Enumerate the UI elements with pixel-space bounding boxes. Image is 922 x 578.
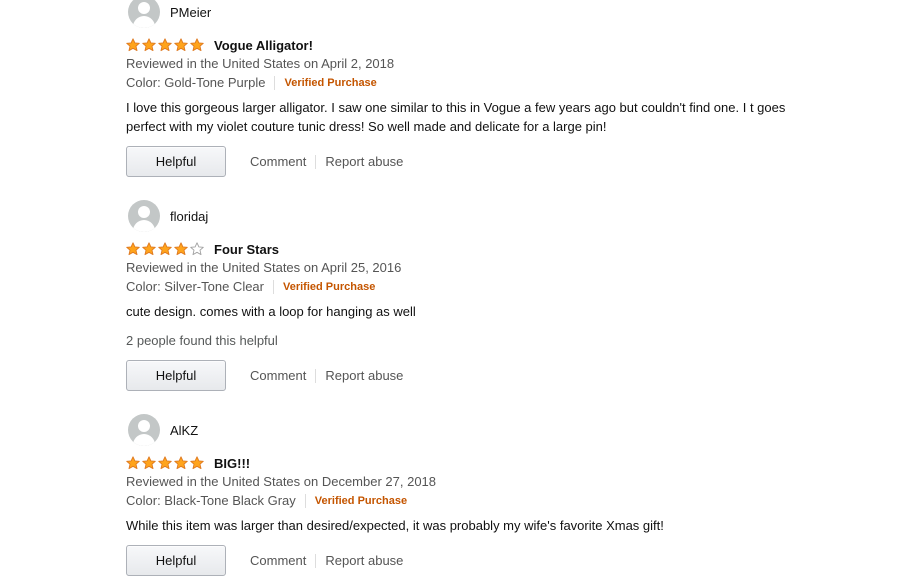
- helpful-button[interactable]: Helpful: [126, 146, 226, 177]
- review-title[interactable]: Four Stars: [214, 242, 279, 257]
- star-filled-icon: [174, 38, 188, 52]
- star-rating[interactable]: [126, 456, 204, 470]
- helpful-count: 2 people found this helpful: [126, 333, 278, 348]
- review-text: cute design. comes with a loop for hangi…: [126, 304, 416, 319]
- star-filled-icon: [142, 242, 156, 256]
- star-filled-icon: [158, 38, 172, 52]
- divider: [273, 279, 274, 294]
- review-text: I love this gorgeous larger alligator. I…: [126, 100, 786, 134]
- product-variant[interactable]: Color: Gold-Tone Purple: [126, 75, 265, 90]
- report-abuse-link[interactable]: Report abuse: [325, 368, 403, 383]
- star-filled-icon: [126, 456, 140, 470]
- star-empty-icon: [190, 242, 204, 256]
- review-date: Reviewed in the United States on April 2…: [126, 56, 395, 71]
- reviewer-name: AlKZ: [170, 422, 199, 438]
- review-title[interactable]: BIG!!!: [214, 456, 250, 471]
- helpful-button[interactable]: Helpful: [126, 360, 226, 391]
- helpful-button[interactable]: Helpful: [126, 545, 226, 576]
- divider: [315, 553, 317, 568]
- star-filled-icon: [190, 456, 204, 470]
- avatar: [128, 200, 160, 232]
- divider: [304, 493, 306, 508]
- star-filled-icon: [126, 242, 140, 256]
- star-filled-icon: [190, 38, 204, 52]
- product-variant[interactable]: Color: Black-Tone Black Gray: [126, 493, 296, 508]
- comment-link[interactable]: Comment: [250, 553, 306, 568]
- star-filled-icon: [158, 456, 172, 470]
- comment-link[interactable]: Comment: [250, 154, 306, 169]
- star-filled-icon: [126, 38, 140, 52]
- review-date: Reviewed in the United States on Decembe…: [126, 474, 437, 489]
- star-filled-icon: [158, 242, 172, 256]
- divider: [274, 75, 276, 90]
- star-filled-icon: [174, 456, 188, 470]
- star-filled-icon: [142, 38, 156, 52]
- review-text: While this item was larger than desired/…: [126, 518, 664, 533]
- star-rating[interactable]: [126, 242, 204, 256]
- review-title[interactable]: Vogue Alligator!: [214, 38, 313, 53]
- product-variant[interactable]: Color: Silver-Tone Clear: [126, 279, 264, 294]
- reviewer-name: floridaj: [170, 208, 209, 224]
- comment-link[interactable]: Comment: [250, 368, 306, 383]
- reviewer-name: PMeier: [170, 4, 212, 20]
- report-abuse-link[interactable]: Report abuse: [325, 553, 403, 568]
- report-abuse-link[interactable]: Report abuse: [325, 154, 403, 169]
- star-filled-icon: [142, 456, 156, 470]
- divider: [315, 154, 317, 169]
- star-rating[interactable]: [126, 38, 204, 52]
- reviewer-profile[interactable]: AlKZ: [126, 414, 198, 446]
- verified-purchase-badge: Verified Purchase: [283, 280, 376, 293]
- reviewer-profile[interactable]: floridaj: [126, 200, 208, 232]
- divider: [315, 368, 317, 383]
- verified-purchase-badge: Verified Purchase: [314, 494, 408, 507]
- review-date: Reviewed in the United States on April 2…: [126, 260, 402, 275]
- reviewer-profile[interactable]: PMeier: [126, 0, 211, 28]
- avatar: [128, 414, 160, 446]
- verified-purchase-badge: Verified Purchase: [284, 76, 377, 89]
- star-filled-icon: [174, 242, 188, 256]
- avatar: [128, 0, 160, 28]
